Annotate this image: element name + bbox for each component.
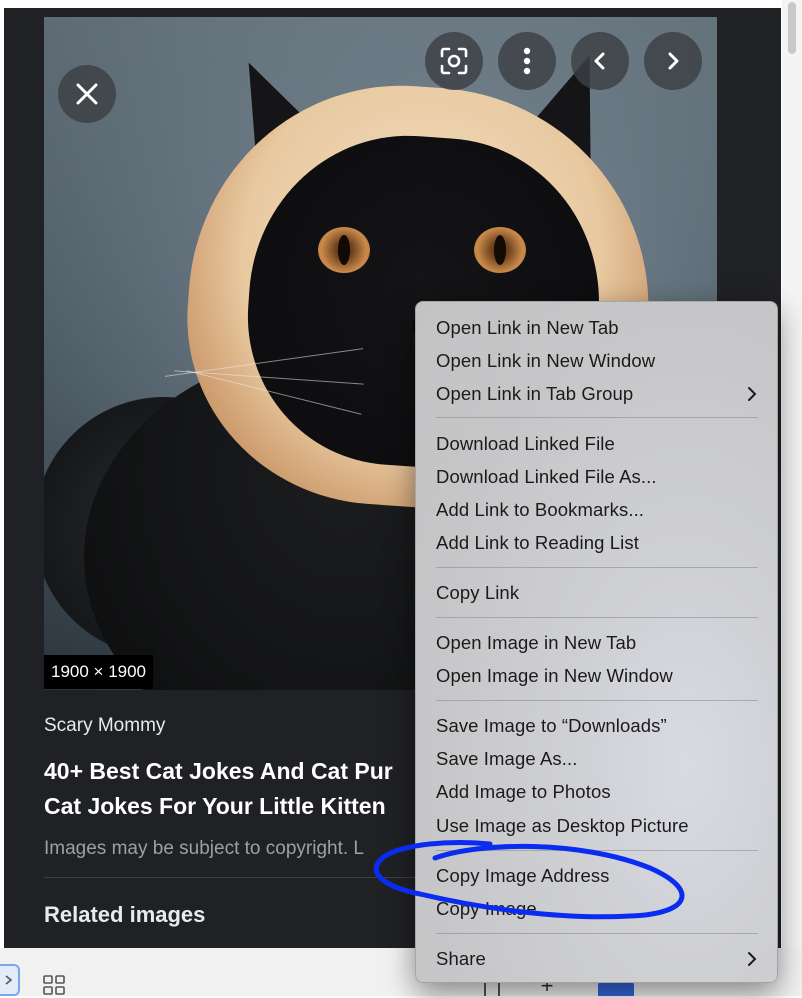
chevron-right-icon bbox=[668, 52, 679, 70]
menu-item-add-link-reading-list[interactable]: Add Link to Reading List bbox=[436, 530, 639, 556]
menu-item-open-image-new-tab[interactable]: Open Image in New Tab bbox=[436, 630, 636, 656]
menu-item-open-link-tab-group[interactable]: Open Link in Tab Group bbox=[436, 381, 633, 407]
image-title-line-2[interactable]: Cat Jokes For Your Little Kitten bbox=[44, 789, 416, 824]
toolbar-app-icon[interactable] bbox=[598, 982, 634, 996]
menu-separator bbox=[436, 617, 758, 618]
image-title[interactable]: 40+ Best Cat Jokes And Cat Pur Cat Jokes… bbox=[44, 754, 416, 824]
menu-item-add-link-bookmarks[interactable]: Add Link to Bookmarks... bbox=[436, 497, 644, 523]
cat-eye-right bbox=[474, 227, 526, 273]
chevron-right-icon bbox=[748, 387, 757, 401]
top-strip bbox=[0, 0, 802, 8]
menu-separator bbox=[436, 850, 758, 851]
scrollbar-thumb[interactable] bbox=[788, 2, 796, 54]
lens-button[interactable] bbox=[425, 32, 483, 90]
sidebar-arrow-icon bbox=[5, 975, 13, 985]
more-vert-icon bbox=[523, 47, 531, 75]
menu-item-open-image-new-window[interactable]: Open Image in New Window bbox=[436, 663, 673, 689]
cat-eye-left bbox=[318, 227, 370, 273]
context-menu: Open Link in New Tab Open Link in New Wi… bbox=[415, 301, 778, 983]
menu-item-share[interactable]: Share bbox=[436, 946, 486, 972]
chevron-right-icon bbox=[748, 952, 757, 966]
close-icon bbox=[76, 83, 98, 105]
menu-item-add-image-photos[interactable]: Add Image to Photos bbox=[436, 779, 611, 805]
menu-item-copy-image-address[interactable]: Copy Image Address bbox=[436, 863, 610, 889]
tab-overview-icon[interactable] bbox=[42, 974, 66, 996]
close-button[interactable] bbox=[58, 65, 116, 123]
menu-item-download-linked-file-as[interactable]: Download Linked File As... bbox=[436, 464, 657, 490]
menu-item-copy-link[interactable]: Copy Link bbox=[436, 580, 519, 606]
image-source[interactable]: Scary Mommy bbox=[44, 715, 165, 737]
chevron-left-icon bbox=[594, 52, 605, 70]
menu-separator bbox=[436, 933, 758, 934]
lens-icon bbox=[440, 47, 468, 75]
menu-item-use-image-desktop[interactable]: Use Image as Desktop Picture bbox=[436, 813, 689, 839]
image-title-line-1[interactable]: 40+ Best Cat Jokes And Cat Pur bbox=[44, 754, 416, 789]
menu-item-open-link-new-window[interactable]: Open Link in New Window bbox=[436, 348, 655, 374]
more-options-button[interactable] bbox=[498, 32, 556, 90]
menu-item-open-link-new-tab[interactable]: Open Link in New Tab bbox=[436, 315, 619, 341]
image-size-badge: 1900 × 1900 bbox=[44, 655, 154, 689]
next-image-button[interactable] bbox=[644, 32, 702, 90]
sidebar-toggle-button[interactable] bbox=[0, 964, 20, 996]
menu-item-save-image-downloads[interactable]: Save Image to “Downloads” bbox=[436, 713, 667, 739]
menu-item-download-linked-file[interactable]: Download Linked File bbox=[436, 431, 615, 457]
page-scrollbar[interactable] bbox=[782, 0, 802, 960]
menu-item-copy-image[interactable]: Copy Image bbox=[436, 896, 537, 922]
menu-separator bbox=[436, 567, 758, 568]
previous-image-button[interactable] bbox=[571, 32, 629, 90]
menu-item-save-image-as[interactable]: Save Image As... bbox=[436, 746, 577, 772]
divider bbox=[44, 877, 424, 878]
menu-separator bbox=[436, 417, 758, 418]
related-images-heading: Related images bbox=[44, 902, 206, 927]
copyright-notice: Images may be subject to copyright. L bbox=[44, 838, 364, 859]
menu-separator bbox=[436, 700, 758, 701]
